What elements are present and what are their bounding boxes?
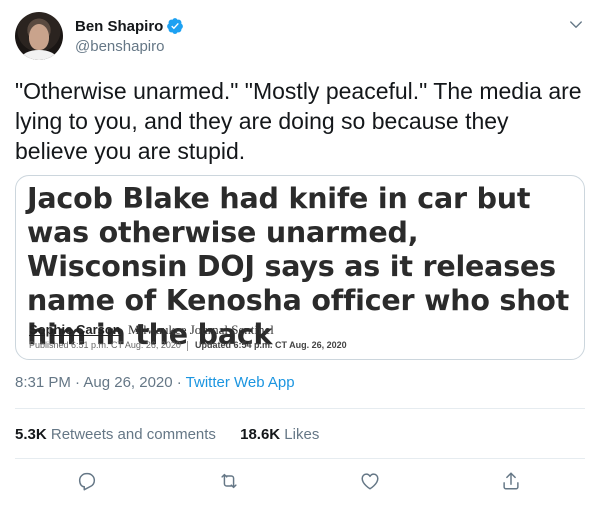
- retweets-count: 5.3K: [15, 426, 47, 443]
- avatar-face: [29, 24, 49, 50]
- tweet-text: "Otherwise unarmed." "Mostly peaceful." …: [15, 78, 588, 164]
- tweet-header: Ben Shapiro @benshapiro: [15, 12, 585, 60]
- verified-badge-icon: [166, 17, 184, 35]
- reply-icon[interactable]: [76, 470, 98, 492]
- chevron-down-icon[interactable]: [567, 16, 585, 34]
- retweets-stat[interactable]: 5.3K Retweets and comments: [15, 426, 216, 443]
- tweet-stats: 5.3K Retweets and comments 18.6K Likes: [15, 426, 319, 443]
- date-separator: [187, 340, 189, 351]
- media-card[interactable]: Jacob Blake had knife in car but was oth…: [15, 175, 585, 360]
- author-block: Ben Shapiro @benshapiro: [75, 16, 184, 55]
- divider: [15, 458, 585, 459]
- article-updated: Updated 6:54 p.m. CT Aug. 26, 2020: [194, 340, 347, 350]
- likes-count: 18.6K: [240, 426, 281, 443]
- article-byline: Sophie Carson Milwaukee Journal Sentinel: [29, 322, 274, 338]
- likes-stat[interactable]: 18.6K Likes: [240, 426, 319, 443]
- divider: [15, 408, 585, 409]
- tweet-meta: 8:31 PM · Aug 26, 2020 · Twitter Web App: [15, 374, 295, 391]
- share-icon[interactable]: [500, 470, 522, 492]
- avatar-shirt: [21, 50, 57, 60]
- likes-label: Likes: [280, 426, 320, 443]
- article-published: Published 6:51 p.m. CT Aug. 26, 2020: [29, 340, 181, 350]
- article-dates: Published 6:51 p.m. CT Aug. 26, 2020 Upd…: [29, 340, 347, 351]
- avatar[interactable]: [15, 12, 63, 60]
- action-bar: [0, 470, 598, 500]
- author-name[interactable]: Ben Shapiro: [75, 18, 163, 35]
- retweet-icon[interactable]: [218, 470, 240, 492]
- article-author: Sophie Carson: [29, 322, 121, 337]
- name-row: Ben Shapiro: [75, 16, 184, 36]
- retweets-label: Retweets and comments: [46, 426, 216, 443]
- tweet-source[interactable]: Twitter Web App: [186, 374, 295, 391]
- author-handle[interactable]: @benshapiro: [75, 38, 184, 55]
- heart-icon[interactable]: [359, 470, 381, 492]
- tweet-timestamp[interactable]: 8:31 PM · Aug 26, 2020 ·: [15, 374, 186, 391]
- article-publication: Milwaukee Journal Sentinel: [128, 322, 274, 337]
